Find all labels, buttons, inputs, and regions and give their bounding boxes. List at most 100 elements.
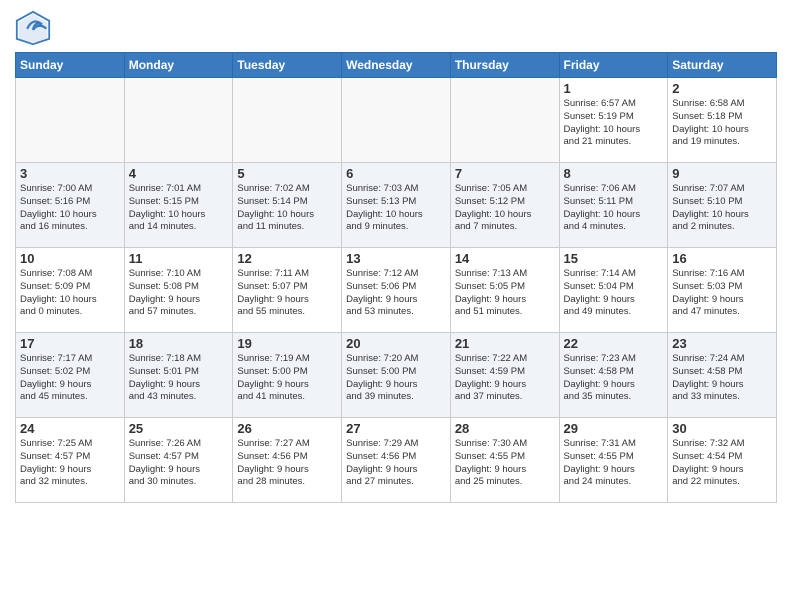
- day-number: 23: [672, 336, 772, 351]
- calendar-day-header: Monday: [124, 53, 233, 78]
- calendar-day-header: Thursday: [450, 53, 559, 78]
- calendar-day-header: Saturday: [668, 53, 777, 78]
- calendar-cell: 22 Sunrise: 7:23 AM Sunset: 4:58 PM Dayli…: [559, 333, 668, 418]
- day-info: Sunrise: 7:13 AM Sunset: 5:05 PM Dayligh…: [455, 268, 555, 319]
- calendar-week-row: 1Sunrise: 6:57 AM Sunset: 5:19 PM Daylig…: [16, 78, 777, 163]
- calendar-day-header: Wednesday: [342, 53, 451, 78]
- page: SundayMondayTuesdayWednesdayThursdayFrid…: [0, 0, 792, 513]
- calendar-cell: 12 Sunrise: 7:11 AM Sunset: 5:07 PM Dayli…: [233, 248, 342, 333]
- day-number: 17: [20, 336, 120, 351]
- day-number: 2: [672, 81, 772, 96]
- day-number: 18: [129, 336, 229, 351]
- day-number: 26: [237, 421, 337, 436]
- day-info: Sunrise: 7:17 AM Sunset: 5:02 PM Dayligh…: [20, 353, 120, 404]
- header: [15, 10, 777, 46]
- calendar-cell: 6Sunrise: 7:03 AM Sunset: 5:13 PM Daylig…: [342, 163, 451, 248]
- calendar-cell: 11 Sunrise: 7:10 AM Sunset: 5:08 PM Dayli…: [124, 248, 233, 333]
- calendar-cell: 30 Sunrise: 7:32 AM Sunset: 4:54 PM Dayli…: [668, 418, 777, 503]
- day-info: Sunrise: 7:26 AM Sunset: 4:57 PM Dayligh…: [129, 438, 229, 489]
- logo-icon: [15, 10, 51, 46]
- calendar-cell: 27Sunrise: 7:29 AM Sunset: 4:56 PM Dayli…: [342, 418, 451, 503]
- day-number: 24: [20, 421, 120, 436]
- day-info: Sunrise: 7:30 AM Sunset: 4:55 PM Dayligh…: [455, 438, 555, 489]
- calendar-cell: 26 Sunrise: 7:27 AM Sunset: 4:56 PM Dayli…: [233, 418, 342, 503]
- calendar-day-header: Friday: [559, 53, 668, 78]
- day-number: 12: [237, 251, 337, 266]
- day-number: 5: [237, 166, 337, 181]
- day-number: 16: [672, 251, 772, 266]
- day-info: Sunrise: 7:08 AM Sunset: 5:09 PM Dayligh…: [20, 268, 120, 319]
- calendar: SundayMondayTuesdayWednesdayThursdayFrid…: [15, 52, 777, 503]
- calendar-cell: 3 Sunrise: 7:00 AM Sunset: 5:16 PM Daylig…: [16, 163, 125, 248]
- calendar-cell: 5 Sunrise: 7:02 AM Sunset: 5:14 PM Daylig…: [233, 163, 342, 248]
- calendar-cell: 10 Sunrise: 7:08 AM Sunset: 5:09 PM Dayli…: [16, 248, 125, 333]
- calendar-cell: 23Sunrise: 7:24 AM Sunset: 4:58 PM Dayli…: [668, 333, 777, 418]
- day-number: 8: [564, 166, 664, 181]
- calendar-cell: 20 Sunrise: 7:20 AM Sunset: 5:00 PM Dayli…: [342, 333, 451, 418]
- day-number: 14: [455, 251, 555, 266]
- calendar-cell: 24 Sunrise: 7:25 AM Sunset: 4:57 PM Dayli…: [16, 418, 125, 503]
- day-number: 3: [20, 166, 120, 181]
- calendar-cell: 16 Sunrise: 7:16 AM Sunset: 5:03 PM Dayli…: [668, 248, 777, 333]
- day-info: Sunrise: 7:16 AM Sunset: 5:03 PM Dayligh…: [672, 268, 772, 319]
- day-info: Sunrise: 7:23 AM Sunset: 4:58 PM Dayligh…: [564, 353, 664, 404]
- day-number: 19: [237, 336, 337, 351]
- calendar-week-row: 24 Sunrise: 7:25 AM Sunset: 4:57 PM Dayli…: [16, 418, 777, 503]
- day-number: 7: [455, 166, 555, 181]
- day-number: 30: [672, 421, 772, 436]
- day-number: 15: [564, 251, 664, 266]
- calendar-cell: 14 Sunrise: 7:13 AM Sunset: 5:05 PM Dayli…: [450, 248, 559, 333]
- day-number: 11: [129, 251, 229, 266]
- logo: [15, 10, 55, 46]
- day-info: Sunrise: 7:00 AM Sunset: 5:16 PM Dayligh…: [20, 183, 120, 234]
- day-info: Sunrise: 7:06 AM Sunset: 5:11 PM Dayligh…: [564, 183, 664, 234]
- day-number: 27: [346, 421, 446, 436]
- day-number: 22: [564, 336, 664, 351]
- calendar-cell: 18 Sunrise: 7:18 AM Sunset: 5:01 PM Dayli…: [124, 333, 233, 418]
- calendar-cell: 4Sunrise: 7:01 AM Sunset: 5:15 PM Daylig…: [124, 163, 233, 248]
- day-info: Sunrise: 7:32 AM Sunset: 4:54 PM Dayligh…: [672, 438, 772, 489]
- calendar-cell: 2 Sunrise: 6:58 AM Sunset: 5:18 PM Daylig…: [668, 78, 777, 163]
- calendar-cell: [342, 78, 451, 163]
- day-info: Sunrise: 6:57 AM Sunset: 5:19 PM Dayligh…: [564, 98, 664, 149]
- day-number: 28: [455, 421, 555, 436]
- day-number: 20: [346, 336, 446, 351]
- calendar-cell: 21 Sunrise: 7:22 AM Sunset: 4:59 PM Dayli…: [450, 333, 559, 418]
- day-info: Sunrise: 7:27 AM Sunset: 4:56 PM Dayligh…: [237, 438, 337, 489]
- day-info: Sunrise: 7:12 AM Sunset: 5:06 PM Dayligh…: [346, 268, 446, 319]
- day-number: 29: [564, 421, 664, 436]
- calendar-cell: 29 Sunrise: 7:31 AM Sunset: 4:55 PM Dayli…: [559, 418, 668, 503]
- day-info: Sunrise: 7:22 AM Sunset: 4:59 PM Dayligh…: [455, 353, 555, 404]
- day-info: Sunrise: 7:20 AM Sunset: 5:00 PM Dayligh…: [346, 353, 446, 404]
- calendar-cell: 19 Sunrise: 7:19 AM Sunset: 5:00 PM Dayli…: [233, 333, 342, 418]
- day-info: Sunrise: 7:02 AM Sunset: 5:14 PM Dayligh…: [237, 183, 337, 234]
- calendar-cell: 15 Sunrise: 7:14 AM Sunset: 5:04 PM Dayli…: [559, 248, 668, 333]
- day-info: Sunrise: 7:10 AM Sunset: 5:08 PM Dayligh…: [129, 268, 229, 319]
- day-number: 21: [455, 336, 555, 351]
- day-number: 25: [129, 421, 229, 436]
- day-info: Sunrise: 7:05 AM Sunset: 5:12 PM Dayligh…: [455, 183, 555, 234]
- calendar-cell: 13 Sunrise: 7:12 AM Sunset: 5:06 PM Dayli…: [342, 248, 451, 333]
- day-number: 6: [346, 166, 446, 181]
- day-info: Sunrise: 7:31 AM Sunset: 4:55 PM Dayligh…: [564, 438, 664, 489]
- calendar-week-row: 3 Sunrise: 7:00 AM Sunset: 5:16 PM Daylig…: [16, 163, 777, 248]
- calendar-week-row: 10 Sunrise: 7:08 AM Sunset: 5:09 PM Dayli…: [16, 248, 777, 333]
- calendar-cell: [233, 78, 342, 163]
- calendar-cell: 9 Sunrise: 7:07 AM Sunset: 5:10 PM Daylig…: [668, 163, 777, 248]
- day-info: Sunrise: 7:19 AM Sunset: 5:00 PM Dayligh…: [237, 353, 337, 404]
- day-number: 9: [672, 166, 772, 181]
- day-info: Sunrise: 7:07 AM Sunset: 5:10 PM Dayligh…: [672, 183, 772, 234]
- calendar-cell: 7 Sunrise: 7:05 AM Sunset: 5:12 PM Daylig…: [450, 163, 559, 248]
- calendar-cell: 1Sunrise: 6:57 AM Sunset: 5:19 PM Daylig…: [559, 78, 668, 163]
- day-number: 13: [346, 251, 446, 266]
- calendar-day-header: Tuesday: [233, 53, 342, 78]
- day-info: Sunrise: 7:14 AM Sunset: 5:04 PM Dayligh…: [564, 268, 664, 319]
- day-info: Sunrise: 7:11 AM Sunset: 5:07 PM Dayligh…: [237, 268, 337, 319]
- day-info: Sunrise: 7:25 AM Sunset: 4:57 PM Dayligh…: [20, 438, 120, 489]
- day-info: Sunrise: 6:58 AM Sunset: 5:18 PM Dayligh…: [672, 98, 772, 149]
- day-info: Sunrise: 7:18 AM Sunset: 5:01 PM Dayligh…: [129, 353, 229, 404]
- calendar-cell: 17 Sunrise: 7:17 AM Sunset: 5:02 PM Dayli…: [16, 333, 125, 418]
- calendar-day-header: Sunday: [16, 53, 125, 78]
- calendar-cell: [16, 78, 125, 163]
- day-number: 10: [20, 251, 120, 266]
